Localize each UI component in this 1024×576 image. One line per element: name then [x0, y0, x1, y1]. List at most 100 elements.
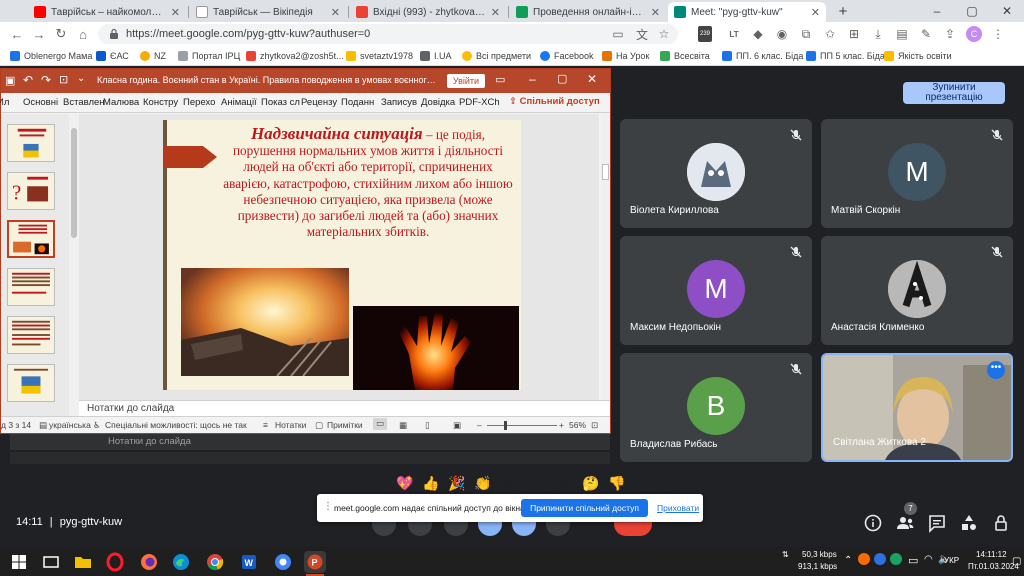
thumbnails-scrollbar[interactable]	[69, 114, 79, 416]
lock-icon[interactable]	[108, 28, 120, 40]
forward-arrow-icon[interactable]: →	[30, 25, 48, 43]
file-explorer-icon[interactable]	[72, 551, 94, 573]
ribbon-tab-draw[interactable]: Малюва	[103, 97, 139, 108]
tab-sheets[interactable]: Проведення онлайн-інструктаж ✕	[510, 2, 666, 22]
bookmark-item[interactable]: zhytkova2@zosh5t...	[246, 49, 344, 63]
word-icon[interactable]: W	[238, 551, 260, 573]
translate-icon[interactable]: 文	[634, 26, 650, 42]
bookmark-item[interactable]: ПП. 6 клас. Біда	[722, 49, 803, 63]
present-icon[interactable]: ⊡	[59, 73, 73, 87]
close-tab-icon[interactable]: ✕	[491, 6, 500, 19]
slide-thumbnail[interactable]	[7, 124, 55, 162]
address-bar[interactable]: https://meet.google.com/pyg-gttv-kuw?aut…	[98, 24, 678, 44]
ribbon-tab-design[interactable]: Констру	[143, 97, 178, 108]
participant-tile[interactable]: M Максим Недопьокін	[620, 236, 812, 345]
new-tab-button[interactable]: +	[826, 0, 860, 22]
spellcheck-icon[interactable]: ▤	[39, 420, 47, 431]
home-icon[interactable]: ⌂	[74, 25, 92, 43]
reaction-laugh[interactable]: 😂	[498, 472, 520, 494]
ppt-maximize-button[interactable]: ▢	[557, 72, 571, 86]
powerpoint-icon[interactable]: P	[304, 551, 326, 573]
opera-icon[interactable]	[104, 551, 126, 573]
reading-view-icon[interactable]: ▯	[425, 420, 430, 431]
profile-avatar[interactable]: С	[966, 26, 982, 42]
slide-body-text[interactable]: Надзвичайна ситуація – це подія, порушен…	[223, 125, 513, 240]
normal-view-icon[interactable]: ▭	[373, 418, 387, 430]
signin-button[interactable]: Увійти	[447, 74, 485, 88]
extension-red-icon[interactable]: ◉	[774, 26, 790, 42]
redo-icon[interactable]: ↷	[41, 73, 55, 87]
tray-app-icon[interactable]	[890, 553, 902, 565]
reaction-sad[interactable]: 😢	[554, 472, 576, 494]
host-controls-icon[interactable]	[990, 512, 1012, 534]
ribbon-tab-record[interactable]: Записув	[381, 97, 417, 108]
ppt-minimize-button[interactable]: –	[529, 72, 543, 86]
bookmark-item[interactable]: Якість освіти	[884, 49, 952, 63]
ppt-close-button[interactable]: ✕	[587, 72, 601, 86]
participant-tile[interactable]: Віолета Кириллова	[620, 119, 812, 228]
ribbon-tab-transitions[interactable]: Перехо	[183, 97, 215, 108]
windows-start-icon[interactable]	[8, 551, 30, 573]
task-view-icon[interactable]	[40, 551, 62, 573]
close-tab-icon[interactable]: ✕	[331, 6, 340, 19]
ribbon-tab-insert[interactable]: Вставлен	[63, 97, 105, 108]
collections-icon[interactable]: ⊞	[846, 26, 862, 42]
back-arrow-icon[interactable]: ←	[8, 25, 26, 43]
favorites-icon[interactable]: ✩	[822, 26, 838, 42]
bookmark-item[interactable]: ПП 5 клас. Біда	[806, 49, 885, 63]
bookmark-item[interactable]: Всесвіта	[660, 49, 710, 63]
battery-icon[interactable]: ▭	[908, 554, 918, 567]
notes-pane[interactable]: Нотатки до слайда	[79, 400, 610, 416]
slide-scrollbar[interactable]	[601, 114, 610, 404]
extension-icon[interactable]: ◆	[750, 26, 766, 42]
zoom-slider-thumb[interactable]	[504, 421, 507, 430]
tab-wikipedia[interactable]: Таврійськ — Вікіпедія ✕	[190, 2, 346, 22]
reaction-surprised[interactable]: 😮	[526, 472, 548, 494]
stop-sharing-button[interactable]: Припинити спільний доступ	[521, 499, 648, 517]
scrollbar-thumb[interactable]	[602, 164, 609, 180]
reaction-party[interactable]: 🎉	[446, 472, 468, 494]
accessibility-icon[interactable]: ♿	[93, 420, 101, 431]
extension-lt-icon[interactable]: LT	[726, 26, 742, 42]
reaction-thumbs-up[interactable]: 👍	[420, 472, 442, 494]
tray-chevron-icon[interactable]: ⌃	[844, 555, 852, 566]
customize-icon[interactable]: ⌄	[77, 73, 87, 87]
participant-tile-self[interactable]: ••• Світлана Житкова 2	[821, 353, 1013, 462]
zoom-out-icon[interactable]: –	[477, 420, 482, 430]
save-icon[interactable]: ▣	[5, 74, 19, 88]
close-tab-icon[interactable]: ✕	[811, 6, 820, 19]
chat-icon[interactable]	[926, 512, 948, 534]
chrome-icon[interactable]	[204, 551, 226, 573]
share-icon[interactable]: ⇪	[942, 26, 958, 42]
people-icon[interactable]	[894, 512, 916, 534]
comments-icon[interactable]: ▢	[315, 420, 323, 431]
reaction-thumbs-down[interactable]: 👎	[606, 472, 628, 494]
notes-icon[interactable]: ≡	[263, 420, 268, 430]
reaction-thinking[interactable]: 🤔	[580, 472, 602, 494]
clock-time[interactable]: 14:11:12	[976, 550, 1007, 559]
zoom-in-icon[interactable]: +	[559, 420, 564, 430]
undo-icon[interactable]: ↶	[23, 73, 37, 87]
zoom-level[interactable]: 56%	[569, 420, 586, 430]
language-status[interactable]: українська	[49, 420, 91, 430]
more-options-icon[interactable]: •••	[987, 361, 1005, 379]
close-tab-icon[interactable]: ✕	[171, 6, 180, 19]
ribbon-tab-review[interactable]: Рецензу	[301, 97, 337, 108]
bookmark-item[interactable]: NZ	[140, 49, 166, 63]
bookmark-item[interactable]: svetaztv1978	[346, 49, 413, 63]
notifications-icon[interactable]: ▢	[1012, 556, 1021, 567]
ribbon-tab-view[interactable]: Поданн	[341, 97, 374, 108]
accessibility-status[interactable]: Спеціальні можливості: щось не так	[105, 420, 247, 430]
slide-thumbnail[interactable]	[7, 364, 55, 402]
camera-icon[interactable]: ▭	[610, 26, 626, 42]
star-icon[interactable]: ☆	[656, 26, 672, 42]
wifi-icon[interactable]: ◠	[924, 554, 933, 565]
reload-icon[interactable]: ↻	[52, 25, 70, 43]
ribbon-tab-home[interactable]: Основні	[23, 97, 58, 108]
chrome-profile-icon[interactable]	[272, 551, 294, 573]
fit-slide-icon[interactable]: ⊡	[591, 420, 598, 431]
bookmark-item[interactable]: На Урок	[602, 49, 649, 63]
edge-icon[interactable]	[170, 551, 192, 573]
tray-app-icon[interactable]	[858, 553, 870, 565]
leave-call-button[interactable]	[614, 520, 652, 536]
